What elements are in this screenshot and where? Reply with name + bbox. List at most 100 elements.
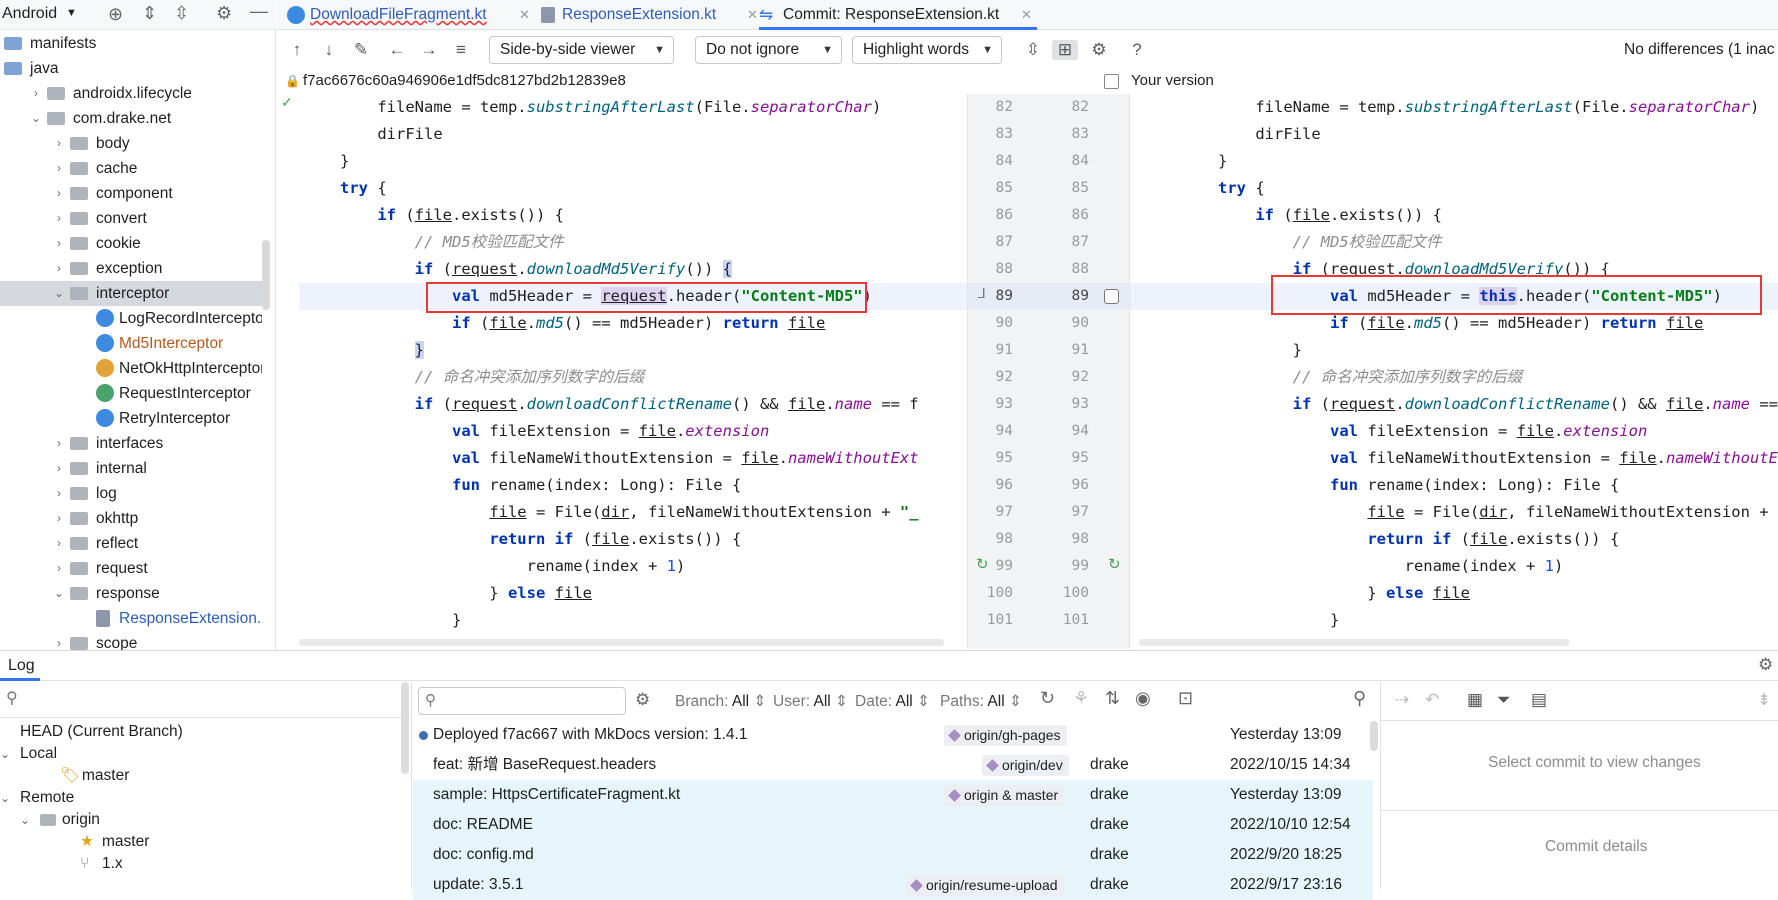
layout-icon[interactable]: ▤ [1531, 690, 1547, 710]
close-icon[interactable]: ✕ [747, 0, 758, 30]
undo-icon[interactable]: ↶ [1425, 690, 1439, 710]
commit-row[interactable]: feat: 新增 BaseRequest.headers origin/dev dr… [413, 750, 1373, 780]
tree-item[interactable]: ⌄ interceptor [0, 281, 262, 306]
paths-filter[interactable]: Paths: All ⇕ [940, 692, 1022, 711]
search-icon[interactable]: ⚲ [1353, 688, 1366, 709]
back-icon[interactable]: ← [387, 40, 407, 60]
edit-icon[interactable]: ✎ [351, 40, 371, 60]
eye-icon[interactable]: ◉ [1135, 688, 1151, 709]
chevron-right-icon[interactable]: › [52, 156, 66, 181]
tree-item[interactable]: manifests [0, 31, 262, 56]
tree-item[interactable]: › okhttp [0, 506, 262, 531]
tab-download-file-fragment[interactable]: DownloadFileFragment.kt ✕ [287, 0, 530, 30]
horizontal-scrollbar[interactable] [299, 639, 944, 646]
chevron-down-icon[interactable]: ⌄ [52, 281, 66, 306]
apply-change-icon[interactable]: ⅃ [978, 285, 986, 302]
help-icon[interactable]: ? [1127, 40, 1147, 60]
tree-item[interactable]: Md5Interceptor [0, 331, 262, 356]
cherry-pick-icon[interactable]: ⚘ [1073, 688, 1089, 709]
branch-search[interactable]: ⚲ [0, 682, 410, 718]
expand-all-icon[interactable]: ⇕ [142, 3, 157, 24]
commit-row[interactable]: doc: README drake 2022/10/10 12:54 [413, 810, 1373, 840]
list-icon[interactable]: ≡ [451, 40, 471, 60]
highlight-dropdown[interactable]: Highlight words ▼ [852, 36, 1002, 64]
chevron-right-icon[interactable]: › [52, 481, 66, 506]
commit-row[interactable]: sample: HttpsCertificateFragment.kt origi… [413, 780, 1373, 810]
tree-item[interactable]: › reflect [0, 531, 262, 556]
sort-icon[interactable]: ⇅ [1105, 688, 1120, 709]
chevron-down-icon[interactable]: ▼ [66, 7, 77, 19]
forward-icon[interactable]: → [419, 40, 439, 60]
next-difference-icon[interactable]: ↓ [319, 40, 339, 60]
expand-icon[interactable]: ⇟ [1757, 690, 1771, 710]
gear-icon[interactable]: ⚙ [1089, 40, 1109, 60]
gear-icon[interactable]: ⚙ [635, 690, 650, 710]
close-icon[interactable]: ✕ [1021, 0, 1032, 30]
grid-icon[interactable]: ▦ [1467, 690, 1483, 710]
tree-item[interactable]: › scope [0, 631, 262, 650]
collapse-unchanged-icon[interactable]: ⇳ [1023, 40, 1043, 60]
branch-filter[interactable]: Branch: All ⇕ [675, 692, 766, 711]
tree-item[interactable]: › log [0, 481, 262, 506]
chevron-right-icon[interactable]: › [52, 506, 66, 531]
collapse-all-icon[interactable]: ⇳ [174, 3, 189, 24]
chevron-right-icon[interactable]: › [52, 181, 66, 206]
include-checkbox[interactable] [1104, 74, 1119, 89]
tab-response-extension[interactable]: ResponseExtension.kt ✕ [541, 0, 765, 30]
tree-item[interactable]: › cookie [0, 231, 262, 256]
chevron-right-icon[interactable]: › [52, 556, 66, 581]
refresh-icon[interactable]: ↻ [1040, 688, 1055, 709]
horizontal-scrollbar[interactable] [1139, 639, 1569, 646]
tree-item[interactable]: ⌄ com.drake.net [0, 106, 262, 131]
filter-icon[interactable]: ⏷ [1497, 690, 1511, 710]
close-icon[interactable]: ✕ [519, 0, 530, 30]
tree-item[interactable]: › request [0, 556, 262, 581]
tree-item[interactable]: › internal [0, 456, 262, 481]
arrow-icon[interactable]: ⇢ [1395, 690, 1409, 710]
line-checkbox[interactable] [1104, 289, 1119, 304]
ignore-dropdown[interactable]: Do not ignore ▼ [695, 36, 842, 64]
chevron-right-icon[interactable]: › [52, 631, 66, 650]
gear-icon[interactable]: ⚙ [216, 3, 232, 24]
date-filter[interactable]: Date: All ⇕ [855, 692, 930, 711]
locate-icon[interactable]: ⊕ [108, 4, 123, 25]
tree-item[interactable]: › interfaces [0, 431, 262, 456]
minimize-icon[interactable]: — [250, 1, 268, 22]
tree-item[interactable]: NetOkHttpInterceptor [0, 356, 262, 381]
tree-item[interactable]: › body [0, 131, 262, 156]
user-filter[interactable]: User: All ⇕ [773, 692, 848, 711]
chevron-right-icon[interactable]: › [52, 256, 66, 281]
project-view-selector[interactable]: Android [2, 5, 57, 23]
tree-item[interactable]: › cache [0, 156, 262, 181]
log-tab[interactable]: Log [8, 657, 35, 675]
tree-item[interactable]: RetryInterceptor [0, 406, 262, 431]
tree-item[interactable]: › androidx.lifecycle [0, 81, 262, 106]
tree-item[interactable]: ⌄ response [0, 581, 262, 606]
tree-item[interactable]: java [0, 56, 262, 81]
sync-scroll-icon[interactable]: ⊞ [1052, 40, 1078, 60]
tree-item[interactable]: RequestInterceptor [0, 381, 262, 406]
chevron-right-icon[interactable]: › [52, 131, 66, 156]
chevron-right-icon[interactable]: › [52, 456, 66, 481]
chevron-right-icon[interactable]: › [29, 81, 43, 106]
tree-item[interactable]: › convert [0, 206, 262, 231]
gear-icon[interactable]: ⚙ [1758, 655, 1773, 675]
tree-item[interactable]: LogRecordInterceptor [0, 306, 262, 331]
commit-search-input[interactable]: ⚲ [418, 687, 626, 715]
chevron-down-icon[interactable]: ⌄ [29, 106, 43, 131]
right-diff-pane[interactable]: fileName = temp.substringAfterLast(File.… [1131, 94, 1778, 649]
commit-scrollbar[interactable] [1370, 721, 1378, 751]
commit-row[interactable]: doc: config.md drake 2022/9/20 18:25 [413, 840, 1373, 870]
left-diff-pane[interactable]: ✓ fileName = temp.substringAfterLast(Fil… [277, 94, 967, 649]
viewer-dropdown[interactable]: Side-by-side viewer ▼ [489, 36, 674, 64]
chevron-right-icon[interactable]: › [52, 431, 66, 456]
tree-scrollbar[interactable] [262, 240, 270, 310]
tree-item[interactable]: › component [0, 181, 262, 206]
chevron-right-icon[interactable]: › [52, 206, 66, 231]
chevron-down-icon[interactable]: ⌄ [52, 581, 66, 606]
commit-row[interactable]: update: 3.5.1 origin/resume-upload drake 20… [413, 870, 1373, 900]
tab-commit-response-extension[interactable]: ⇋ Commit: ResponseExtension.kt ✕ [759, 0, 1037, 30]
commit-row[interactable]: Deployed f7ac667 with MkDocs version: 1.… [413, 720, 1373, 750]
chevron-right-icon[interactable]: › [52, 231, 66, 256]
tree-item[interactable]: ResponseExtension.kt [0, 606, 262, 631]
